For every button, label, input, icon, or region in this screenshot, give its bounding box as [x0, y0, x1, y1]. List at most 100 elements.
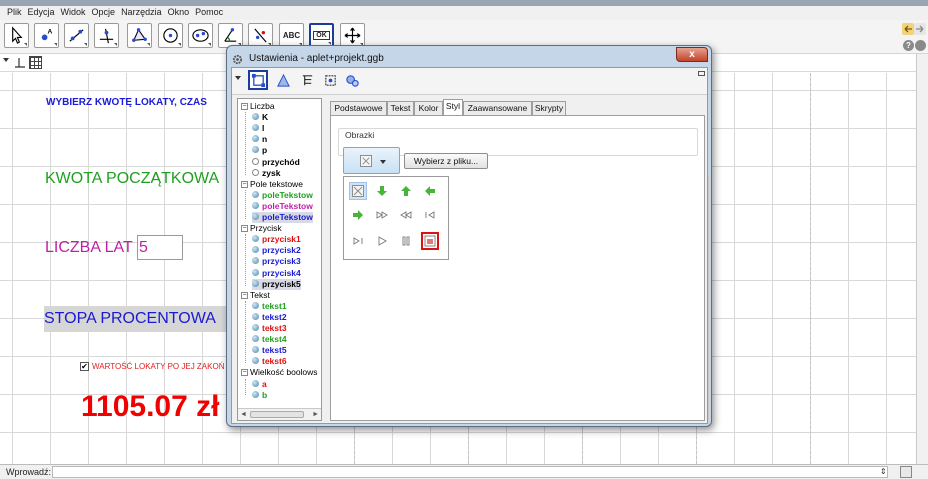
tree-item[interactable]: a — [252, 379, 267, 390]
visibility-dot-icon[interactable] — [252, 124, 259, 132]
tree-item[interactable]: tekst6 — [252, 356, 287, 367]
visibility-dot-icon[interactable] — [252, 146, 259, 154]
menu-opcje[interactable]: Opcje — [89, 6, 119, 20]
collapse-arrow-icon[interactable] — [3, 58, 9, 62]
tree-group[interactable]: − Pole tekstowe — [241, 179, 303, 190]
visibility-dot-icon[interactable] — [252, 190, 259, 198]
tree-item[interactable]: przychód — [252, 157, 300, 168]
graphics-settings-button[interactable] — [273, 70, 293, 90]
visibility-dot-icon[interactable] — [252, 312, 259, 320]
close-button[interactable]: x — [676, 47, 708, 62]
defaults-settings-button[interactable] — [320, 70, 340, 90]
circle-tool[interactable] — [158, 23, 183, 48]
pause-option[interactable] — [397, 232, 415, 250]
visibility-dot-icon[interactable] — [252, 357, 259, 365]
advanced-settings-button[interactable] — [342, 70, 362, 90]
image-combo[interactable] — [343, 147, 400, 174]
tree-item[interactable]: przycisk5 — [252, 278, 301, 290]
skip-back-option[interactable] — [421, 206, 439, 224]
visibility-dot-icon[interactable] — [252, 268, 259, 276]
arrow-up-option[interactable] — [397, 182, 415, 200]
tree-item[interactable]: tekst3 — [252, 323, 287, 334]
menu-edycja[interactable]: Edycja — [25, 6, 58, 20]
fast-forward-option[interactable] — [373, 206, 391, 224]
menu-narzedzia[interactable]: Narzędzia — [118, 6, 165, 20]
algebra-settings-button[interactable] — [297, 70, 317, 90]
play-option[interactable] — [373, 232, 391, 250]
tree-group[interactable]: − Przycisk — [241, 223, 282, 234]
image-option[interactable] — [421, 232, 439, 250]
tree-item[interactable]: poleTekstow — [252, 201, 313, 212]
tree-h-scrollbar[interactable]: ◄ ► — [238, 408, 321, 420]
input-help-icon[interactable] — [900, 466, 912, 478]
visibility-dot-icon[interactable] — [252, 157, 259, 165]
visibility-dot-icon[interactable] — [252, 135, 259, 143]
menu-plik[interactable]: Plik — [4, 6, 25, 20]
tab-kolor[interactable]: Kolor — [414, 101, 443, 115]
collapse-icon[interactable]: − — [241, 225, 248, 233]
polygon-tool[interactable] — [127, 23, 152, 48]
choose-file-button[interactable]: Wybierz z pliku... — [404, 153, 488, 169]
input-history-icon[interactable]: ⇕ — [880, 467, 887, 476]
menu-widok[interactable]: Widok — [58, 6, 89, 20]
gear-icon[interactable] — [915, 40, 926, 51]
help-icon[interactable]: ? — [903, 40, 914, 51]
tree-item[interactable]: poleTekstow — [252, 190, 313, 201]
move-tool[interactable] — [4, 23, 29, 48]
tab-skrypty[interactable]: Skrypty — [532, 101, 566, 115]
tab-podstawowe[interactable]: Podstawowe — [330, 101, 387, 115]
object-tree[interactable]: b a − Wielkość boolows tekst6 tekst5 tekst4 tek… — [237, 98, 322, 421]
tree-item[interactable]: przycisk4 — [252, 268, 301, 279]
tree-group[interactable]: − Tekst — [241, 290, 270, 301]
rewind-option[interactable] — [397, 206, 415, 224]
dock-icon[interactable] — [698, 71, 705, 76]
tab-styl[interactable]: Styl — [443, 99, 463, 115]
collapse-icon[interactable]: − — [241, 291, 248, 299]
tree-item[interactable]: tekst5 — [252, 345, 287, 356]
menu-okno[interactable]: Okno — [165, 6, 193, 20]
undo-icon[interactable] — [902, 23, 914, 35]
axes-icon[interactable] — [14, 56, 26, 68]
panel-scrollbar[interactable] — [708, 175, 709, 421]
menu-pomoc[interactable]: Pomoc — [192, 6, 226, 20]
visibility-dot-icon[interactable] — [252, 246, 259, 254]
visibility-dot-icon[interactable] — [252, 390, 259, 398]
no-image-option[interactable] — [349, 182, 367, 200]
visibility-dot-icon[interactable] — [252, 335, 259, 343]
collapse-icon[interactable]: − — [241, 369, 248, 377]
visibility-dot-icon[interactable] — [252, 213, 259, 220]
perpendicular-tool[interactable] — [94, 23, 119, 48]
tree-item[interactable]: n — [252, 134, 267, 145]
grid-icon[interactable] — [29, 56, 42, 69]
objects-settings-button[interactable] — [248, 70, 268, 90]
redo-icon[interactable] — [914, 23, 926, 35]
input-field[interactable] — [52, 466, 888, 478]
scroll-right-icon[interactable]: ► — [312, 411, 319, 418]
tab-tekst[interactable]: Tekst — [387, 101, 414, 115]
visibility-dot-icon[interactable] — [252, 235, 259, 243]
visibility-dot-icon[interactable] — [252, 324, 259, 331]
arrow-right-option[interactable] — [349, 206, 367, 224]
visibility-dot-icon[interactable] — [252, 168, 259, 176]
visibility-dot-icon[interactable] — [252, 113, 259, 121]
tree-item[interactable]: poleTekstow — [252, 212, 313, 223]
tree-item[interactable]: l — [252, 123, 264, 134]
tree-item[interactable]: p — [252, 145, 267, 156]
dialog-collapse-icon[interactable] — [235, 76, 241, 80]
tree-item[interactable]: zysk — [252, 168, 280, 179]
visibility-dot-icon[interactable] — [252, 279, 259, 287]
collapse-icon[interactable]: − — [241, 103, 248, 110]
tab-zaawansowane[interactable]: Zaawansowane — [463, 101, 532, 115]
arrow-left-option[interactable] — [421, 182, 439, 200]
tree-group[interactable]: − Liczba — [241, 101, 275, 112]
wartosc-checkbox[interactable]: ✔ — [80, 362, 89, 371]
visibility-dot-icon[interactable] — [252, 201, 259, 209]
visibility-dot-icon[interactable] — [252, 257, 259, 265]
visibility-dot-icon[interactable] — [252, 301, 259, 309]
tree-item[interactable]: przycisk3 — [252, 256, 301, 267]
tree-item[interactable]: tekst2 — [252, 312, 287, 323]
visibility-dot-icon[interactable] — [252, 346, 259, 354]
tree-item[interactable]: b — [252, 390, 267, 401]
point-tool[interactable]: A — [34, 23, 59, 48]
tree-group[interactable]: − Wielkość boolows — [241, 367, 318, 378]
